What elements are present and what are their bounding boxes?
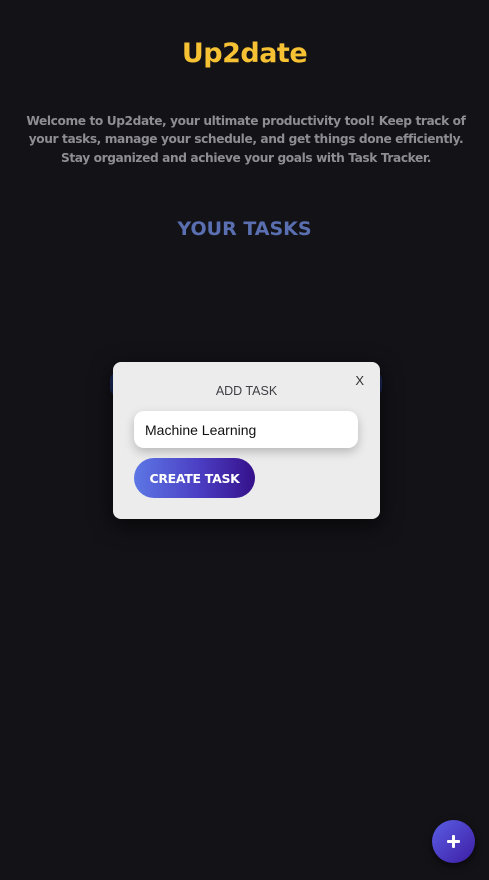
- welcome-text: Welcome to Up2date, your ultimate produc…: [26, 114, 466, 165]
- modal-title: ADD TASK: [215, 384, 278, 398]
- tasks-section-title: YOUR TASKS: [177, 218, 312, 240]
- app-title: Up2date: [181, 38, 308, 69]
- task-name-input[interactable]: [134, 411, 358, 448]
- create-task-button[interactable]: CREATE TASK: [134, 458, 255, 498]
- close-button[interactable]: X: [355, 373, 364, 388]
- add-task-modal: ADD TASK X CREATE TASK: [113, 362, 380, 519]
- plus-icon: [447, 835, 460, 848]
- add-task-fab[interactable]: [432, 820, 475, 863]
